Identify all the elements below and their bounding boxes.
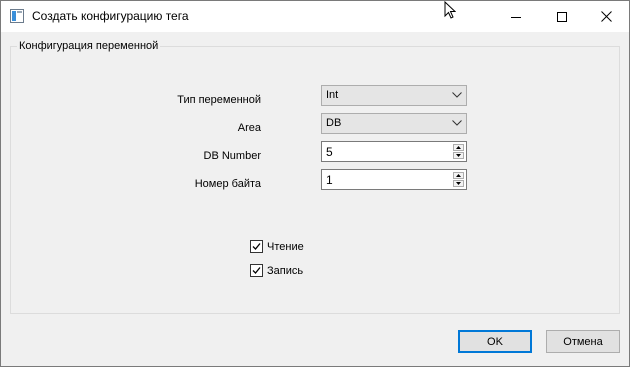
- triangle-up-icon: [456, 146, 461, 149]
- var-type-label: Тип переменной: [177, 94, 261, 106]
- db-number-stepper[interactable]: 5: [321, 141, 467, 162]
- chevron-down-icon: [452, 120, 462, 126]
- close-button[interactable]: [583, 1, 629, 32]
- spin-up-button[interactable]: [453, 172, 464, 179]
- read-label[interactable]: Чтение: [267, 241, 304, 253]
- minimize-button[interactable]: [493, 1, 539, 32]
- minimize-icon: [511, 16, 521, 18]
- app-window-icon: [10, 9, 24, 23]
- area-value: DB: [326, 117, 342, 129]
- triangle-down-icon: [456, 182, 461, 185]
- triangle-up-icon: [456, 174, 461, 177]
- dialog-window: Создать конфигурацию тега Конфигурация п…: [0, 0, 630, 367]
- spin-down-button[interactable]: [453, 152, 464, 159]
- db-number-spin-buttons: [453, 144, 464, 159]
- maximize-button[interactable]: [539, 1, 585, 32]
- chevron-down-icon: [452, 92, 462, 98]
- byte-number-value: 1: [326, 173, 333, 187]
- var-type-value: Int: [326, 89, 339, 101]
- area-label: Area: [237, 122, 261, 134]
- db-number-value: 5: [326, 145, 333, 159]
- close-icon: [600, 11, 612, 22]
- mouse-cursor-icon: [444, 1, 456, 19]
- byte-number-spin-buttons: [453, 172, 464, 187]
- byte-number-label: Номер байта: [194, 178, 261, 190]
- spin-up-button[interactable]: [453, 144, 464, 151]
- write-checkbox[interactable]: [250, 264, 263, 277]
- window-title: Создать конфигурацию тега: [32, 9, 189, 23]
- checkmark-icon: [252, 243, 261, 250]
- db-number-label: DB Number: [203, 150, 261, 162]
- write-label[interactable]: Запись: [267, 265, 303, 277]
- var-type-select[interactable]: Int: [321, 85, 467, 106]
- title-bar[interactable]: Создать конфигурацию тега: [1, 1, 629, 32]
- read-checkbox[interactable]: [250, 240, 263, 253]
- spin-down-button[interactable]: [453, 180, 464, 187]
- cancel-button[interactable]: Отмена: [546, 330, 620, 353]
- ok-button[interactable]: OK: [458, 330, 532, 353]
- area-select[interactable]: DB: [321, 113, 467, 134]
- maximize-icon: [557, 11, 567, 22]
- byte-number-stepper[interactable]: 1: [321, 169, 467, 190]
- triangle-down-icon: [456, 154, 461, 157]
- group-title: Конфигурация переменной: [17, 40, 161, 52]
- checkmark-icon: [252, 267, 261, 274]
